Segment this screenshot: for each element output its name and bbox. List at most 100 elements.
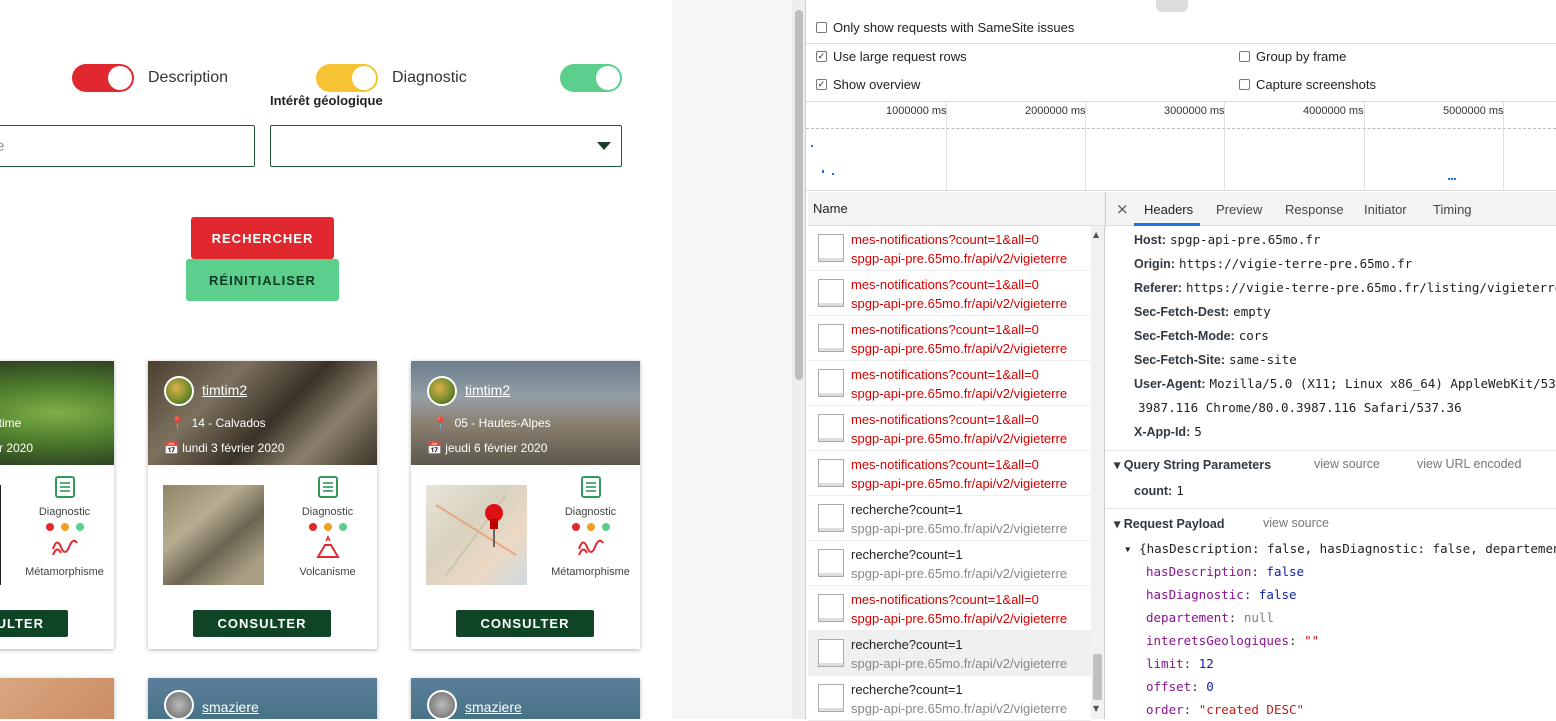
request-url: spgp-api-pre.65mo.fr/api/v2/vigieterre <box>851 296 1068 311</box>
tab-timing[interactable]: Timing <box>1433 202 1472 217</box>
payload-summary[interactable]: ▾ {hasDescription: false, hasDiagnostic:… <box>1124 541 1556 556</box>
samesite-option[interactable]: Only show requests with SameSite issues <box>816 20 1074 35</box>
view-url-encoded-link[interactable]: view URL encoded <box>1417 457 1521 471</box>
card-info: Diagnostic Volcanisme <box>278 475 377 578</box>
metamorphism-icon <box>51 539 78 556</box>
tab-initiator[interactable]: Initiator <box>1364 202 1407 217</box>
consult-button[interactable]: ULTER <box>0 610 68 637</box>
request-name: mes-notifications?count=1&all=0 <box>851 367 1039 382</box>
map-pushpin-icon <box>435 494 517 576</box>
diagnostic-dots <box>278 523 377 531</box>
request-row[interactable]: recherche?count=1 spgp-api-pre.65mo.fr/ap… <box>808 541 1091 586</box>
request-row[interactable]: recherche?count=1 spgp-api-pre.65mo.fr/ap… <box>808 676 1091 721</box>
document-icon <box>818 504 844 532</box>
scroll-up-icon[interactable]: ▲ <box>1093 230 1099 239</box>
checkbox[interactable] <box>1239 79 1250 90</box>
checkbox-checked[interactable]: ✓ <box>816 79 827 90</box>
geo-interest-select[interactable] <box>270 125 622 167</box>
document-icon <box>818 459 844 487</box>
header-line: Origin: https://vigie-terre-pre.65mo.fr <box>1134 256 1413 271</box>
tab-response[interactable]: Response <box>1285 202 1344 217</box>
request-url: spgp-api-pre.65mo.fr/api/v2/vigieterre <box>851 611 1068 626</box>
request-url: spgp-api-pre.65mo.fr/api/v2/vigieterre <box>851 341 1068 356</box>
divider <box>1106 450 1556 451</box>
diagnostic-toggle[interactable] <box>316 64 378 92</box>
request-row[interactable]: mes-notifications?count=1&all=0 spgp-api-… <box>808 586 1091 631</box>
request-name: recherche?count=1 <box>851 547 963 562</box>
page-scrollbar-thumb[interactable] <box>795 10 803 380</box>
scroll-down-icon[interactable]: ▼ <box>1093 704 1099 713</box>
payload-section-title[interactable]: ▾ Request Payload <box>1114 516 1224 531</box>
request-row[interactable]: mes-notifications?count=1&all=0 spgp-api-… <box>808 316 1091 361</box>
map-pin-icon: 📍 <box>170 416 185 430</box>
document-icon <box>818 414 844 442</box>
card-date: 📅 jeudi 6 février 2020 <box>427 441 548 455</box>
payload-view-source-link[interactable]: view source <box>1263 516 1329 530</box>
document-icon <box>818 594 844 622</box>
request-url: spgp-api-pre.65mo.fr/api/v2/vigieterre <box>851 656 1068 671</box>
card-username[interactable]: smaziere <box>202 699 259 715</box>
document-icon <box>818 279 844 307</box>
group-by-frame-option[interactable]: Group by frame <box>1239 49 1346 64</box>
request-url: spgp-api-pre.65mo.fr/api/v2/vigieterre <box>851 476 1068 491</box>
description-toggle[interactable] <box>72 64 134 92</box>
resize-handle[interactable] <box>1156 0 1188 12</box>
request-name: mes-notifications?count=1&all=0 <box>851 592 1039 607</box>
header-line: Host: spgp-api-pre.65mo.fr <box>1134 232 1321 247</box>
metamorphism-icon <box>577 539 604 556</box>
search-button[interactable]: RECHERCHER <box>191 217 334 259</box>
name-column-header[interactable]: Name <box>808 192 1106 226</box>
diagnostic-icon <box>317 476 338 498</box>
card-username[interactable]: timtim2 <box>202 382 247 398</box>
show-overview-option[interactable]: ✓ Show overview <box>816 77 920 92</box>
checkbox[interactable] <box>1239 51 1250 62</box>
geo-interest-label: Intérêt géologique <box>270 93 383 108</box>
request-list-scrollbar[interactable]: ▲ ▼ <box>1091 226 1105 719</box>
checkbox[interactable] <box>816 22 827 33</box>
request-row[interactable]: mes-notifications?count=1&all=0 spgp-api-… <box>808 361 1091 406</box>
card-username[interactable]: timtim2 <box>465 382 510 398</box>
request-url: spgp-api-pre.65mo.fr/api/v2/vigieterre <box>851 701 1068 716</box>
overview-mark <box>832 173 834 175</box>
tab-preview[interactable]: Preview <box>1216 202 1262 217</box>
header-line: X-App-Id: 5 <box>1134 424 1202 439</box>
checkbox-checked[interactable]: ✓ <box>816 51 827 62</box>
diagnostic-icon <box>54 476 75 498</box>
query-section-title[interactable]: ▾ Query String Parameters <box>1114 457 1271 472</box>
request-row[interactable]: recherche?count=1 spgp-api-pre.65mo.fr/ap… <box>808 496 1091 541</box>
card-info: Diagnostic Métamorphisme <box>15 475 114 578</box>
description-toggle-label: Description <box>148 69 229 86</box>
observation-card <box>0 678 114 719</box>
capture-screenshots-option[interactable]: Capture screenshots <box>1239 77 1376 92</box>
request-row[interactable]: mes-notifications?count=1&all=0 spgp-api-… <box>808 406 1091 451</box>
consult-button[interactable]: CONSULTER <box>193 610 331 637</box>
calendar-icon: 📅 <box>427 441 442 455</box>
card-username[interactable]: smaziere <box>465 699 522 715</box>
card-location: 📍 14 - Calvados <box>170 416 266 430</box>
request-name: recherche?count=1 <box>851 682 963 697</box>
card-date: r 2020 <box>0 441 34 455</box>
scrollbar-thumb[interactable] <box>1093 654 1102 700</box>
request-row[interactable]: mes-notifications?count=1&all=0 spgp-api-… <box>808 226 1091 271</box>
search-input[interactable]: te <box>0 125 255 167</box>
reset-button[interactable]: RÉINITIALISER <box>186 259 339 301</box>
view-source-link[interactable]: view source <box>1314 457 1380 471</box>
payload-property: offset: 0 <box>1146 679 1214 694</box>
overview-tick: 3000000 ms <box>1164 105 1225 117</box>
header-line: 3987.116 Chrome/80.0.3987.116 Safari/537… <box>1138 400 1462 415</box>
close-icon[interactable]: × <box>1116 200 1129 218</box>
consult-button[interactable]: CONSULTER <box>456 610 594 637</box>
request-url: spgp-api-pre.65mo.fr/api/v2/vigieterre <box>851 521 1068 536</box>
overview-tick: 2000000 ms <box>1025 105 1086 117</box>
request-row[interactable]: mes-notifications?count=1&all=0 spgp-api-… <box>808 271 1091 316</box>
request-row[interactable]: recherche?count=1 spgp-api-pre.65mo.fr/ap… <box>808 631 1091 676</box>
calendar-icon: 📅 <box>164 441 179 455</box>
document-icon <box>818 549 844 577</box>
tab-headers[interactable]: Headers <box>1144 202 1193 217</box>
request-url: spgp-api-pre.65mo.fr/api/v2/vigieterre <box>851 431 1068 446</box>
card-interest-label: Volcanisme <box>299 566 356 578</box>
large-rows-option[interactable]: ✓ Use large request rows <box>816 49 967 64</box>
third-toggle[interactable] <box>560 64 622 92</box>
diagnostic-dots <box>541 523 640 531</box>
request-row[interactable]: mes-notifications?count=1&all=0 spgp-api-… <box>808 451 1091 496</box>
